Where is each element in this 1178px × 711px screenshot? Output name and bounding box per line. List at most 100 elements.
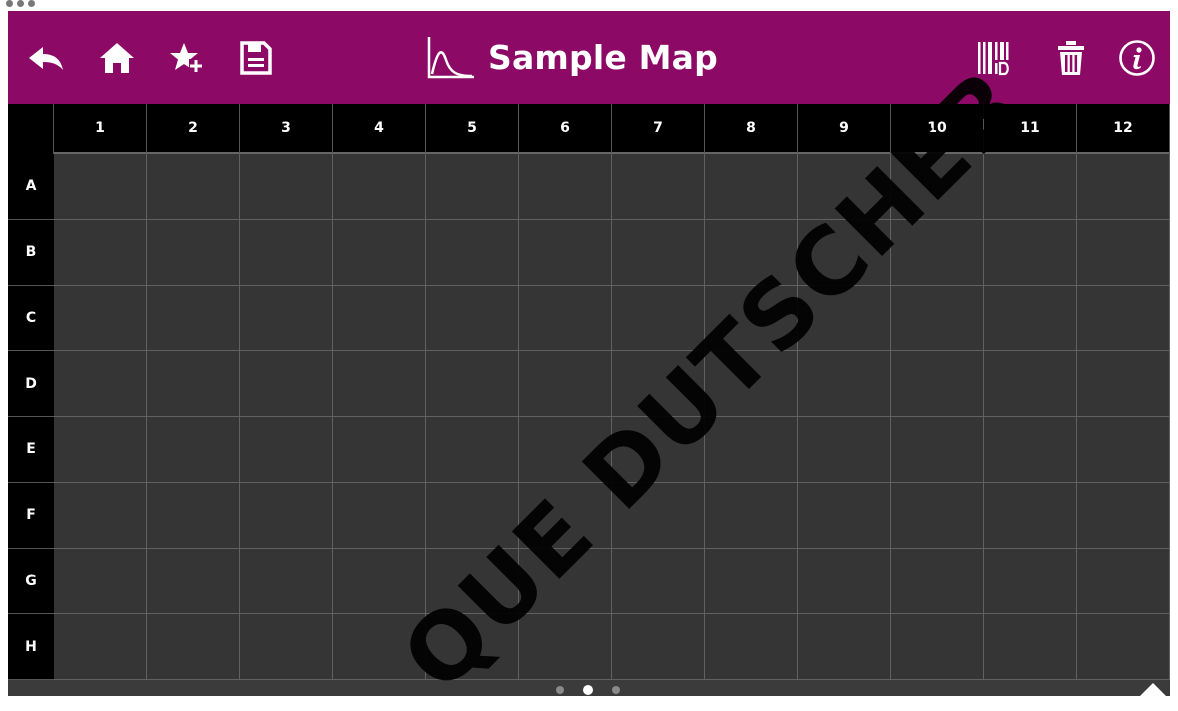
- well-D11[interactable]: [984, 351, 1077, 417]
- well-F9[interactable]: [798, 482, 891, 549]
- well-C12[interactable]: [1077, 285, 1170, 352]
- well-H5[interactable]: [426, 614, 519, 680]
- well-B4[interactable]: [333, 219, 426, 286]
- page-dot[interactable]: [583, 685, 593, 695]
- well-C1[interactable]: [54, 285, 147, 352]
- well-D4[interactable]: [333, 351, 426, 417]
- well-D8[interactable]: [705, 351, 798, 417]
- well-D3[interactable]: [240, 351, 333, 417]
- well-F4[interactable]: [333, 482, 426, 549]
- well-C11[interactable]: [984, 285, 1077, 352]
- well-B9[interactable]: [798, 219, 891, 286]
- well-H3[interactable]: [240, 614, 333, 680]
- delete-button[interactable]: [1046, 33, 1096, 83]
- well-G11[interactable]: [984, 548, 1077, 615]
- well-H6[interactable]: [519, 614, 612, 680]
- well-F1[interactable]: [54, 482, 147, 549]
- well-B5[interactable]: [426, 219, 519, 286]
- well-H10[interactable]: [891, 614, 984, 680]
- well-G1[interactable]: [54, 548, 147, 615]
- well-D7[interactable]: [612, 351, 705, 417]
- well-D6[interactable]: [519, 351, 612, 417]
- well-E7[interactable]: [612, 417, 705, 483]
- well-A1[interactable]: [54, 154, 147, 220]
- well-B3[interactable]: [240, 219, 333, 286]
- well-C4[interactable]: [333, 285, 426, 352]
- well-F5[interactable]: [426, 482, 519, 549]
- well-G8[interactable]: [705, 548, 798, 615]
- well-A7[interactable]: [612, 154, 705, 220]
- well-A9[interactable]: [798, 154, 891, 220]
- well-C9[interactable]: [798, 285, 891, 352]
- well-E12[interactable]: [1077, 417, 1170, 483]
- page-dot[interactable]: [556, 686, 564, 694]
- well-F7[interactable]: [612, 482, 705, 549]
- well-E11[interactable]: [984, 417, 1077, 483]
- well-E3[interactable]: [240, 417, 333, 483]
- well-B7[interactable]: [612, 219, 705, 286]
- well-G7[interactable]: [612, 548, 705, 615]
- favorite-add-button[interactable]: [162, 33, 212, 83]
- well-H7[interactable]: [612, 614, 705, 680]
- well-B12[interactable]: [1077, 219, 1170, 286]
- well-C10[interactable]: [891, 285, 984, 352]
- well-E6[interactable]: [519, 417, 612, 483]
- well-E1[interactable]: [54, 417, 147, 483]
- well-H9[interactable]: [798, 614, 891, 680]
- well-F2[interactable]: [147, 482, 240, 549]
- well-A4[interactable]: [333, 154, 426, 220]
- well-G3[interactable]: [240, 548, 333, 615]
- well-F10[interactable]: [891, 482, 984, 549]
- well-B6[interactable]: [519, 219, 612, 286]
- well-F6[interactable]: [519, 482, 612, 549]
- well-D5[interactable]: [426, 351, 519, 417]
- well-C6[interactable]: [519, 285, 612, 352]
- well-A2[interactable]: [147, 154, 240, 220]
- well-D9[interactable]: [798, 351, 891, 417]
- well-F12[interactable]: [1077, 482, 1170, 549]
- well-D2[interactable]: [147, 351, 240, 417]
- well-E9[interactable]: [798, 417, 891, 483]
- well-A3[interactable]: [240, 154, 333, 220]
- back-button[interactable]: [22, 33, 72, 83]
- well-A11[interactable]: [984, 154, 1077, 220]
- well-A5[interactable]: [426, 154, 519, 220]
- page-dot[interactable]: [612, 686, 620, 694]
- info-button[interactable]: [1112, 33, 1162, 83]
- well-G4[interactable]: [333, 548, 426, 615]
- well-E5[interactable]: [426, 417, 519, 483]
- expand-up-icon[interactable]: [1140, 683, 1166, 696]
- well-A10[interactable]: [891, 154, 984, 220]
- save-button[interactable]: [231, 33, 281, 83]
- home-button[interactable]: [92, 33, 142, 83]
- well-E8[interactable]: [705, 417, 798, 483]
- well-G6[interactable]: [519, 548, 612, 615]
- well-B11[interactable]: [984, 219, 1077, 286]
- well-A6[interactable]: [519, 154, 612, 220]
- well-H12[interactable]: [1077, 614, 1170, 680]
- well-G9[interactable]: [798, 548, 891, 615]
- well-G12[interactable]: [1077, 548, 1170, 615]
- well-A12[interactable]: [1077, 154, 1170, 220]
- well-H8[interactable]: [705, 614, 798, 680]
- well-E10[interactable]: [891, 417, 984, 483]
- well-H1[interactable]: [54, 614, 147, 680]
- well-E4[interactable]: [333, 417, 426, 483]
- well-H2[interactable]: [147, 614, 240, 680]
- well-C5[interactable]: [426, 285, 519, 352]
- well-E2[interactable]: [147, 417, 240, 483]
- well-B10[interactable]: [891, 219, 984, 286]
- well-C8[interactable]: [705, 285, 798, 352]
- barcode-button[interactable]: [968, 33, 1018, 83]
- well-F8[interactable]: [705, 482, 798, 549]
- well-C7[interactable]: [612, 285, 705, 352]
- well-D12[interactable]: [1077, 351, 1170, 417]
- well-G10[interactable]: [891, 548, 984, 615]
- well-F11[interactable]: [984, 482, 1077, 549]
- well-D10[interactable]: [891, 351, 984, 417]
- well-H11[interactable]: [984, 614, 1077, 680]
- well-G2[interactable]: [147, 548, 240, 615]
- well-C3[interactable]: [240, 285, 333, 352]
- well-B2[interactable]: [147, 219, 240, 286]
- well-F3[interactable]: [240, 482, 333, 549]
